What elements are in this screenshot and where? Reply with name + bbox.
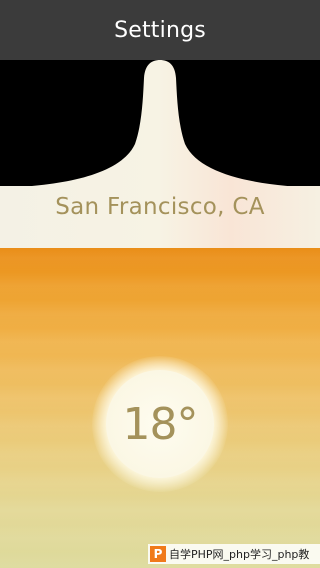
weather-screen: Settings San Francisco, CA 18° P 自学PHP网_… (0, 0, 320, 568)
watermark: P 自学PHP网_php学习_php教 (148, 544, 320, 564)
location-label: San Francisco, CA (55, 194, 265, 220)
watermark-logo-icon: P (150, 546, 166, 562)
navigation-bar: Settings (0, 0, 320, 60)
watermark-text: 自学PHP网_php学习_php教 (169, 548, 310, 561)
temperature-value: 18° (122, 398, 199, 450)
settings-button[interactable]: Settings (114, 18, 206, 43)
temperature-circle[interactable]: 18° (106, 370, 214, 478)
